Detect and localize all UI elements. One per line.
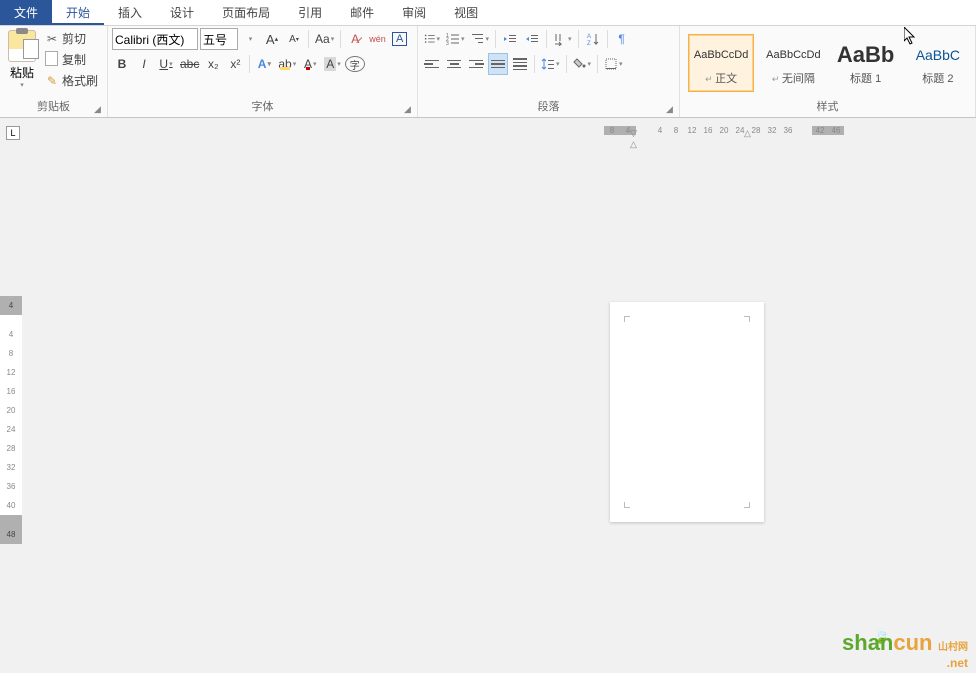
document-page[interactable] <box>610 302 764 522</box>
format-painter-label: 格式刷 <box>62 72 98 89</box>
paste-icon <box>8 30 36 62</box>
tab-references[interactable]: 引用 <box>284 0 336 25</box>
svg-text:3: 3 <box>446 41 449 46</box>
tab-layout[interactable]: 页面布局 <box>208 0 284 25</box>
align-right-button[interactable] <box>466 53 486 75</box>
sort-button[interactable]: AZ <box>583 28 603 50</box>
font-size-select[interactable] <box>200 28 238 50</box>
cut-label: 剪切 <box>62 30 86 47</box>
tab-selector[interactable]: L <box>6 126 20 140</box>
phonetic-button[interactable]: wén <box>367 28 388 50</box>
tab-insert[interactable]: 插入 <box>104 0 156 25</box>
paragraph-dialog-launcher[interactable]: ◢ <box>666 104 676 114</box>
tab-view[interactable]: 视图 <box>440 0 492 25</box>
tab-file[interactable]: 文件 <box>0 0 52 25</box>
paste-label: 粘贴 <box>10 64 34 81</box>
superscript-button[interactable]: x² <box>225 53 245 75</box>
format-painter-button[interactable]: ✎ 格式刷 <box>42 70 101 91</box>
text-direction-button[interactable] <box>551 28 574 50</box>
grow-font-button[interactable]: A▴ <box>262 28 282 50</box>
copy-label: 复制 <box>62 51 86 68</box>
italic-button[interactable]: I <box>134 53 154 75</box>
shrink-font-button[interactable]: A▾ <box>284 28 304 50</box>
clear-format-button[interactable]: A̷ <box>345 28 365 50</box>
align-center-button[interactable] <box>444 53 464 75</box>
multilevel-button[interactable] <box>469 28 492 50</box>
underline-button[interactable]: U <box>156 53 176 75</box>
group-styles: AaBbCcDd 正文 AaBbCcDd 无间隔 AaBb 标题 1 AaBbC… <box>680 26 976 117</box>
subscript-button[interactable]: x₂ <box>203 53 223 75</box>
styles-group-label: 样式 <box>680 96 975 117</box>
align-distribute-button[interactable] <box>510 53 530 75</box>
clipboard-group-label: 剪贴板 <box>0 96 107 117</box>
borders-button[interactable] <box>602 53 625 75</box>
show-hide-button[interactable]: ¶ <box>612 28 632 50</box>
margin-corner-icon <box>744 502 750 508</box>
align-left-button[interactable] <box>422 53 442 75</box>
increase-indent-button[interactable] <box>522 28 542 50</box>
tab-home[interactable]: 开始 <box>52 0 104 25</box>
char-shading-button[interactable]: A <box>322 53 343 75</box>
copy-icon <box>45 53 59 67</box>
change-case-button[interactable]: Aa <box>313 28 336 50</box>
margin-corner-icon <box>624 502 630 508</box>
font-group-label: 字体 <box>108 96 417 117</box>
watermark-logo: shancun 山村网 .net <box>842 630 968 670</box>
style-normal[interactable]: AaBbCcDd 正文 <box>688 34 754 92</box>
svg-text:A: A <box>587 34 591 40</box>
brush-icon: ✎ <box>45 74 59 88</box>
enclose-char-button[interactable]: 字 <box>345 56 365 72</box>
copy-button[interactable]: 复制 <box>42 49 101 70</box>
font-size-dropdown[interactable] <box>240 28 260 50</box>
group-paragraph: 123 AZ ¶ 段落 ◢ <box>418 26 680 117</box>
scissors-icon: ✂ <box>45 32 59 46</box>
strike-button[interactable]: abc <box>178 53 201 75</box>
tab-review[interactable]: 审阅 <box>388 0 440 25</box>
cut-button[interactable]: ✂ 剪切 <box>42 28 101 49</box>
tab-mail[interactable]: 邮件 <box>336 0 388 25</box>
text-effects-button[interactable]: A <box>254 53 274 75</box>
group-clipboard: 粘贴 ▾ ✂ 剪切 复制 ✎ 格式刷 剪贴板 ◢ <box>0 26 108 117</box>
shading-button[interactable] <box>571 53 594 75</box>
bullets-button[interactable] <box>422 28 442 50</box>
group-font: A▴ A▾ Aa A̷ wén A B I U abc x₂ x² A ab A… <box>108 26 418 117</box>
document-area[interactable]: L 8448121620242832364246 ▽△ △ 4 4 8 12 1… <box>0 118 976 673</box>
indent-marker-left[interactable]: ▽△ <box>630 128 637 150</box>
paste-dropdown-icon[interactable]: ▾ <box>20 81 24 89</box>
style-heading2[interactable]: AaBbC 标题 2 <box>905 34 971 92</box>
ribbon-tabs: 文件 开始 插入 设计 页面布局 引用 邮件 审阅 视图 <box>0 0 976 26</box>
ribbon: 粘贴 ▾ ✂ 剪切 复制 ✎ 格式刷 剪贴板 ◢ <box>0 26 976 118</box>
highlight-button[interactable]: ab <box>276 53 298 75</box>
paste-button[interactable]: 粘贴 ▾ <box>4 28 40 91</box>
char-border-button[interactable]: A <box>390 28 410 50</box>
horizontal-ruler[interactable]: 8448121620242832364246 <box>604 126 844 135</box>
line-spacing-button[interactable] <box>539 53 562 75</box>
margin-corner-icon <box>744 316 750 322</box>
font-dialog-launcher[interactable]: ◢ <box>404 104 414 114</box>
margin-corner-icon <box>624 316 630 322</box>
style-no-spacing[interactable]: AaBbCcDd 无间隔 <box>760 34 826 92</box>
clipboard-dialog-launcher[interactable]: ◢ <box>94 104 104 114</box>
bold-button[interactable]: B <box>112 53 132 75</box>
numbering-button[interactable]: 123 <box>444 28 467 50</box>
font-color-button[interactable]: A <box>300 53 320 75</box>
tab-design[interactable]: 设计 <box>156 0 208 25</box>
indent-marker-right[interactable]: △ <box>744 128 751 139</box>
paragraph-group-label: 段落 <box>418 96 679 117</box>
decrease-indent-button[interactable] <box>500 28 520 50</box>
svg-text:Z: Z <box>587 41 591 46</box>
style-heading1[interactable]: AaBb 标题 1 <box>833 34 899 92</box>
align-justify-button[interactable] <box>488 53 508 75</box>
font-name-select[interactable] <box>112 28 198 50</box>
vertical-ruler[interactable]: 4 4 8 12 16 20 24 28 32 36 40 48 <box>0 296 22 544</box>
